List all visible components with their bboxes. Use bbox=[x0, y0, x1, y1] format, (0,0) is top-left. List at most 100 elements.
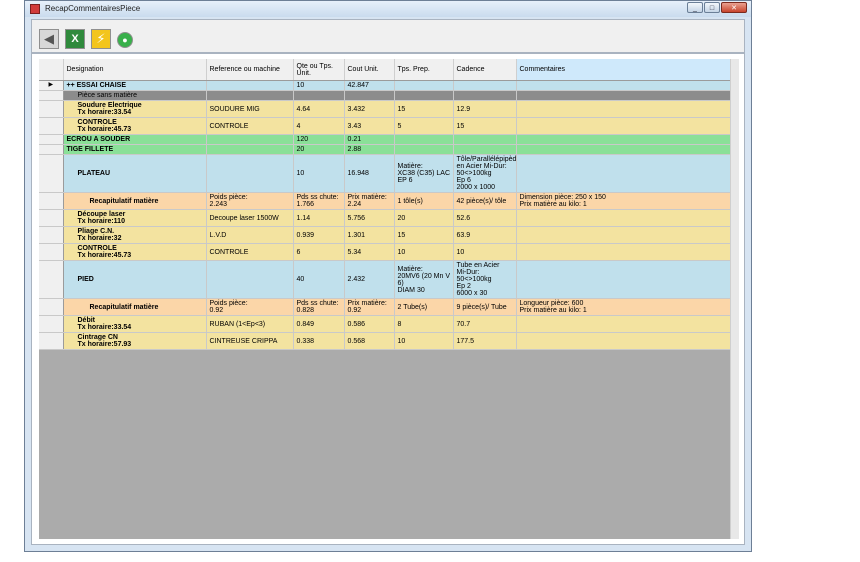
table-cell[interactable]: 42.847 bbox=[344, 80, 395, 91]
table-cell[interactable]: 0.21 bbox=[344, 134, 395, 145]
table-row[interactable]: Découpe laser Tx horaire:110 Decoupe lase… bbox=[39, 209, 731, 227]
table-cell[interactable]: 40 bbox=[293, 260, 345, 299]
table-cell[interactable]: CONTROLE Tx horaire:45.73 bbox=[63, 243, 207, 261]
refresh-icon[interactable]: ● bbox=[117, 32, 133, 48]
table-cell[interactable]: Matière: XC38 (C35) LAC EP 6 bbox=[394, 154, 454, 193]
table-cell[interactable]: ++ ESSAI CHAISE bbox=[63, 80, 207, 91]
excel-icon[interactable]: X bbox=[65, 29, 85, 49]
column-header[interactable]: Reference ou machine bbox=[206, 59, 294, 81]
table-cell[interactable]: Prix matière: 0.92 bbox=[344, 298, 395, 316]
table-cell[interactable]: Pds ss chute: 0.828 bbox=[293, 298, 345, 316]
column-header[interactable]: Cadence bbox=[453, 59, 517, 81]
row-header[interactable] bbox=[39, 315, 64, 333]
table-cell[interactable]: 4 bbox=[293, 117, 345, 135]
table-row[interactable]: Soudure Electrique Tx horaire:33.54 SOUDU… bbox=[39, 100, 731, 118]
table-cell[interactable]: Decoupe laser 1500W bbox=[206, 209, 294, 227]
table-cell[interactable]: Pièce sans matière bbox=[63, 90, 207, 101]
row-header[interactable] bbox=[39, 260, 64, 299]
table-cell[interactable]: 0.338 bbox=[293, 332, 345, 350]
table-cell[interactable]: 0.849 bbox=[293, 315, 345, 333]
table-cell[interactable]: 10 bbox=[293, 80, 345, 91]
table-cell[interactable] bbox=[516, 117, 731, 135]
table-cell[interactable]: Dimension pièce: 250 x 150 Prix matière … bbox=[516, 192, 731, 210]
table-cell[interactable]: 3.43 bbox=[344, 117, 395, 135]
table-cell[interactable] bbox=[516, 260, 731, 299]
table-cell[interactable] bbox=[516, 226, 731, 244]
table-cell[interactable] bbox=[453, 90, 517, 101]
table-cell[interactable]: 4.64 bbox=[293, 100, 345, 118]
table-cell[interactable] bbox=[516, 134, 731, 145]
flash-icon[interactable]: ⚡ bbox=[91, 29, 111, 49]
table-cell[interactable]: 15 bbox=[394, 100, 454, 118]
vertical-scrollbar[interactable] bbox=[730, 59, 739, 539]
table-cell[interactable]: Pliage C.N. Tx horaire:32 bbox=[63, 226, 207, 244]
table-cell[interactable] bbox=[344, 90, 395, 101]
row-header[interactable] bbox=[39, 192, 64, 210]
table-row[interactable]: Débit Tx horaire:33.54 RUBAN (1<Ep<3) 0.84… bbox=[39, 315, 731, 333]
table-row[interactable]: PLATEAU 10 16.948 Matière: XC38 (C35) LAC E… bbox=[39, 154, 731, 193]
row-header[interactable] bbox=[39, 298, 64, 316]
table-row[interactable]: ▶ ++ ESSAI CHAISE 10 42.847 bbox=[39, 80, 731, 91]
table-row[interactable]: Cintrage CN Tx horaire:57.93 CINTREUSE CR… bbox=[39, 332, 731, 350]
table-cell[interactable] bbox=[453, 80, 517, 91]
table-cell[interactable]: Longueur pièce: 600 Prix matière au kilo… bbox=[516, 298, 731, 316]
table-row[interactable]: CONTROLE Tx horaire:45.73 CONTROLE 6 5.34 10… bbox=[39, 243, 731, 261]
table-cell[interactable]: 5.756 bbox=[344, 209, 395, 227]
table-cell[interactable] bbox=[206, 80, 294, 91]
table-cell[interactable] bbox=[394, 80, 454, 91]
table-cell[interactable] bbox=[206, 90, 294, 101]
column-header[interactable]: Tps. Prep. bbox=[394, 59, 454, 81]
table-cell[interactable]: 120 bbox=[293, 134, 345, 145]
table-cell[interactable]: PLATEAU bbox=[63, 154, 207, 193]
table-cell[interactable] bbox=[206, 134, 294, 145]
row-header[interactable] bbox=[39, 100, 64, 118]
table-cell[interactable]: Matière: 20MV6 (20 Mn V 6) DIAM 30 bbox=[394, 260, 454, 299]
table-cell[interactable] bbox=[206, 144, 294, 155]
table-cell[interactable] bbox=[206, 154, 294, 193]
table-cell[interactable]: 3.432 bbox=[344, 100, 395, 118]
table-cell[interactable] bbox=[453, 134, 517, 145]
row-header[interactable] bbox=[39, 332, 64, 350]
table-row[interactable]: PIED 40 2.432 Matière: 20MV6 (20 Mn V 6) DI… bbox=[39, 260, 731, 299]
table-cell[interactable]: RUBAN (1<Ep<3) bbox=[206, 315, 294, 333]
table-cell[interactable]: 15 bbox=[394, 226, 454, 244]
table-cell[interactable] bbox=[516, 332, 731, 350]
table-cell[interactable]: 52.6 bbox=[453, 209, 517, 227]
table-cell[interactable] bbox=[394, 90, 454, 101]
table-cell[interactable]: 0.586 bbox=[344, 315, 395, 333]
table-cell[interactable]: 0.939 bbox=[293, 226, 345, 244]
table-cell[interactable]: Recapitulatif matière bbox=[63, 192, 207, 210]
table-cell[interactable]: 1 tôle(s) bbox=[394, 192, 454, 210]
table-cell[interactable] bbox=[293, 90, 345, 101]
table-cell[interactable] bbox=[516, 315, 731, 333]
table-cell[interactable]: 2 Tube(s) bbox=[394, 298, 454, 316]
table-cell[interactable]: 2.88 bbox=[344, 144, 395, 155]
table-cell[interactable]: 9 pièce(s)/ Tube bbox=[453, 298, 517, 316]
table-row[interactable]: Pièce sans matière bbox=[39, 90, 731, 101]
table-row[interactable]: Recapitulatif matière Poids pièce: 2.243 P… bbox=[39, 192, 731, 210]
table-cell[interactable]: Débit Tx horaire:33.54 bbox=[63, 315, 207, 333]
table-cell[interactable]: PIED bbox=[63, 260, 207, 299]
table-cell[interactable] bbox=[206, 260, 294, 299]
table-cell[interactable]: Cintrage CN Tx horaire:57.93 bbox=[63, 332, 207, 350]
table-cell[interactable]: 10 bbox=[394, 332, 454, 350]
table-cell[interactable]: 0.568 bbox=[344, 332, 395, 350]
table-cell[interactable]: 10 bbox=[293, 154, 345, 193]
table-row[interactable]: CONTROLE Tx horaire:45.73 CONTROLE 4 3.43 5 1… bbox=[39, 117, 731, 135]
table-cell[interactable] bbox=[394, 134, 454, 145]
column-header[interactable]: Qte ou Tps. Unit. bbox=[293, 59, 345, 81]
maximize-button[interactable]: □ bbox=[704, 2, 720, 13]
table-cell[interactable]: 10 bbox=[453, 243, 517, 261]
table-cell[interactable] bbox=[516, 243, 731, 261]
row-header[interactable] bbox=[39, 209, 64, 227]
row-header[interactable] bbox=[39, 226, 64, 244]
table-cell[interactable]: 20 bbox=[293, 144, 345, 155]
table-cell[interactable]: CONTROLE Tx horaire:45.73 bbox=[63, 117, 207, 135]
table-cell[interactable]: Découpe laser Tx horaire:110 bbox=[63, 209, 207, 227]
table-cell[interactable]: 5.34 bbox=[344, 243, 395, 261]
table-cell[interactable]: 10 bbox=[394, 243, 454, 261]
table-cell[interactable]: CONTROLE bbox=[206, 243, 294, 261]
table-cell[interactable]: Poids pièce: 0.92 bbox=[206, 298, 294, 316]
close-button[interactable]: ✕ bbox=[721, 2, 747, 13]
table-cell[interactable]: 1.301 bbox=[344, 226, 395, 244]
